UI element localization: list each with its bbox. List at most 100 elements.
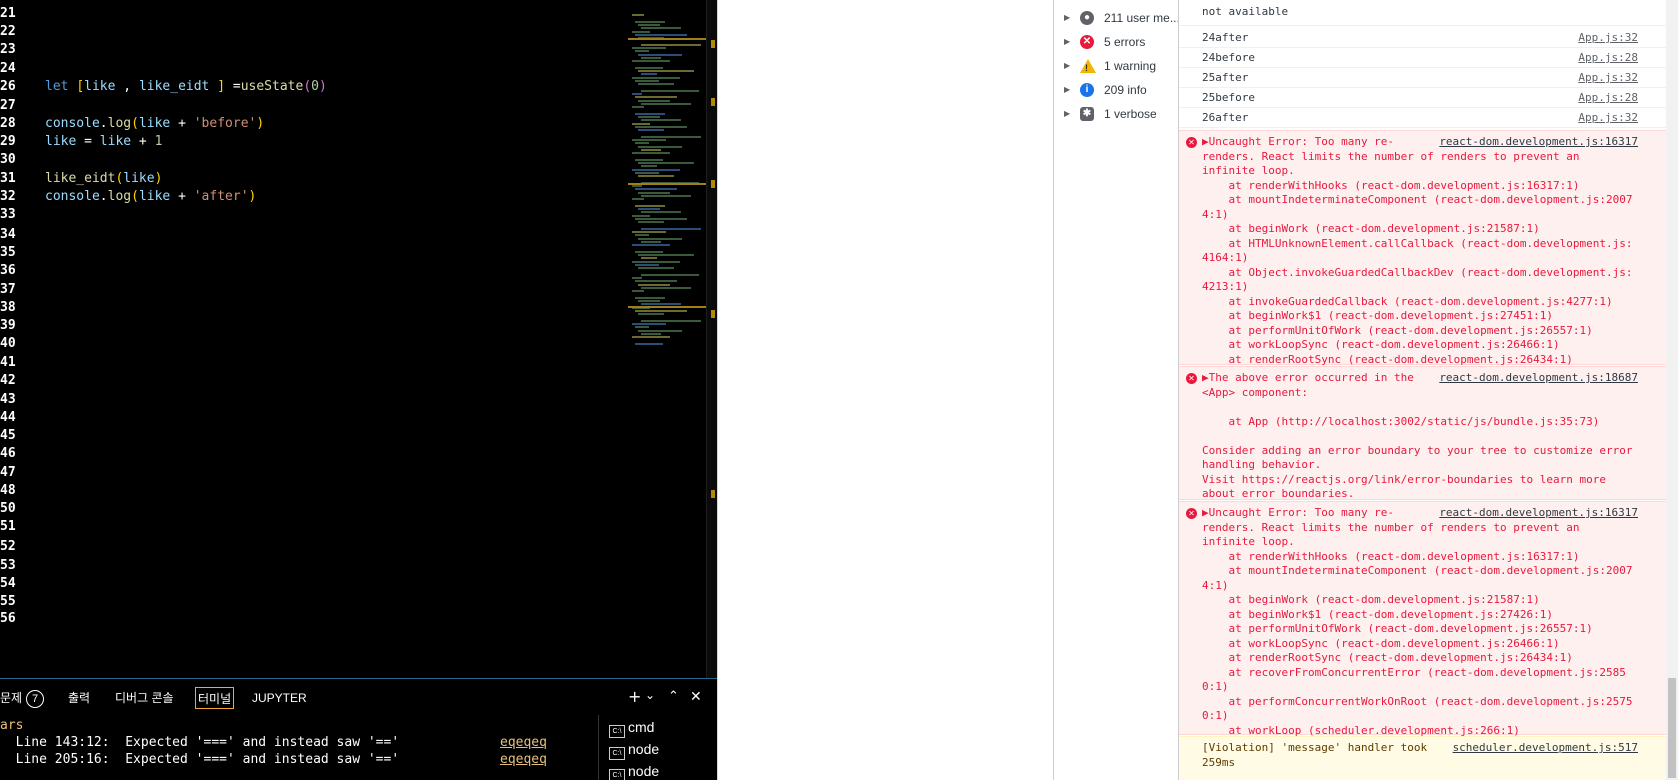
code-line[interactable]: 27 (0, 96, 628, 115)
tab-debug-console-label: 디버그 콘솔 (115, 691, 174, 705)
code-line[interactable]: 51 (0, 517, 628, 536)
code-line[interactable]: 24 (0, 59, 628, 78)
error-text-line: at HTMLUnknownElement.callCallback (reac… (1202, 236, 1633, 250)
console-log-row: 24after App.js:32 (1179, 28, 1666, 48)
code-line[interactable]: 39 (0, 316, 628, 335)
chevron-down-icon[interactable]: ⌄ (645, 685, 655, 705)
code-text: console.log(like + 'before') (45, 114, 264, 133)
sidebar-item-error[interactable]: ▶ ✕ 5 errors (1054, 30, 1178, 54)
error-text-line: at beginWork$1 (react-dom.development.js… (1202, 607, 1553, 621)
code-line[interactable]: 31 like_eidt(like) (0, 169, 628, 188)
minimap-line (641, 274, 699, 276)
code-line[interactable]: 23 (0, 40, 628, 59)
minimap-line (638, 208, 660, 211)
console-violation[interactable]: [Violation] 'message' handler took 259ms s… (1179, 736, 1666, 780)
code-line[interactable]: 29 like = like + 1 (0, 132, 628, 151)
console-error[interactable]: ✕ ▶Uncaught Error: Too many re-renders. R… (1179, 130, 1666, 366)
code-line[interactable]: 26 let [like , like_eidt ] =useState(0) (0, 77, 628, 96)
error-text-line: infinite loop. (1202, 164, 1295, 177)
tab-terminal[interactable]: 터미널 (195, 687, 235, 709)
code-line[interactable]: 56 (0, 609, 628, 628)
code-line[interactable]: 45 (0, 426, 628, 445)
code-line[interactable]: 28 console.log(like + 'before') (0, 114, 628, 133)
minimap-line (641, 27, 681, 30)
code-line[interactable]: 32 console.log(like + 'after') (0, 187, 628, 206)
expand-arrow-icon: ▶ (1064, 85, 1071, 94)
sidebar-item-user[interactable]: ▶ ● 211 user me... (1054, 6, 1178, 30)
code-line[interactable]: 42 (0, 371, 628, 390)
new-terminal-button[interactable]: + (628, 687, 641, 707)
line-number: 34 (0, 227, 16, 242)
code-line[interactable]: 34 (0, 225, 628, 244)
user-icon: ● (1080, 11, 1094, 25)
error-text-line: infinite loop. (1202, 535, 1295, 548)
code-area[interactable]: 21 22 23 24 26 let [like , like_eidt ] =useSt… (0, 0, 628, 678)
expand-arrow-icon: ▶ (1064, 13, 1071, 22)
error-icon: ✕ (1186, 137, 1197, 148)
code-line[interactable]: 54 (0, 574, 628, 593)
code-line[interactable]: 43 (0, 390, 628, 409)
source-link[interactable]: App.js:32 (1578, 68, 1638, 88)
sidebar-item-label: 1 warning (1104, 59, 1157, 73)
console-error[interactable]: ✕ ▶The above error occurred in the <App> c… (1179, 366, 1666, 500)
error-text-line: at renderWithHooks (react-dom.developmen… (1202, 178, 1580, 192)
code-line[interactable]: 41 (0, 353, 628, 372)
code-line[interactable]: 52 (0, 537, 628, 556)
code-line[interactable]: 21 (0, 4, 628, 23)
minimap-line (632, 93, 642, 96)
sidebar-item-label: 211 user me... (1104, 11, 1178, 25)
error-text-line: at renderRootSync (react-dom.development… (1202, 352, 1573, 366)
code-line[interactable]: 50 (0, 499, 628, 518)
source-link[interactable]: react-dom.development.js:18687 (1439, 371, 1638, 386)
error-text-line: 259ms (1202, 755, 1236, 769)
minimap-line (641, 148, 661, 151)
tab-output[interactable]: 출력 (68, 687, 90, 709)
minimap[interactable] (628, 0, 706, 678)
console-scroll-thumb[interactable] (1668, 678, 1676, 778)
tab-jupyter[interactable]: JUPYTER (252, 687, 307, 709)
source-link[interactable]: App.js:28 (1578, 88, 1638, 108)
terminal-list-item[interactable]: C:\ node (609, 761, 659, 780)
minimap-line (638, 254, 694, 257)
terminal-list-item[interactable]: C:\ cmd (609, 717, 654, 738)
tab-debug-console[interactable]: 디버그 콘솔 (115, 687, 174, 709)
eslint-rule-link[interactable]: eqeqeq (500, 751, 547, 768)
code-line[interactable]: 30 (0, 150, 628, 169)
code-line[interactable]: 46 (0, 444, 628, 463)
tab-jupyter-label: JUPYTER (252, 691, 307, 705)
console-scrollbar[interactable] (1666, 0, 1678, 780)
editor-scrollbar[interactable] (706, 0, 717, 678)
sidebar-item-info[interactable]: ▶ i 209 info (1054, 78, 1178, 102)
close-panel-button[interactable]: ✕ (690, 687, 702, 707)
code-line[interactable]: 22 (0, 22, 628, 41)
code-line[interactable]: 40 (0, 334, 628, 353)
minimap-line (638, 221, 664, 223)
sidebar-item-warning[interactable]: ▶! 1 warning (1054, 54, 1178, 78)
source-link[interactable]: App.js:32 (1578, 108, 1638, 128)
eslint-rule-link[interactable]: eqeqeq (500, 734, 547, 751)
sidebar-item-bug[interactable]: ▶ ✱ 1 verbose (1054, 102, 1178, 126)
code-line[interactable]: 47 (0, 463, 628, 482)
code-line[interactable]: 48 (0, 481, 628, 500)
source-link[interactable]: scheduler.development.js:517 (1453, 741, 1638, 756)
source-link[interactable]: react-dom.development.js:16317 (1439, 506, 1638, 521)
code-line[interactable]: 37 (0, 280, 628, 299)
code-line[interactable]: 35 (0, 243, 628, 262)
source-link[interactable]: App.js:32 (1578, 28, 1638, 48)
code-token: like_eidt (138, 79, 210, 94)
maximize-panel-button[interactable]: ⌃ (668, 687, 679, 707)
source-link[interactable]: react-dom.development.js:16317 (1439, 135, 1638, 150)
code-line[interactable]: 33 (0, 205, 628, 224)
code-line[interactable]: 36 (0, 261, 628, 280)
browser-page (717, 0, 1053, 780)
tab-problems[interactable]: 문제 7 (0, 687, 45, 709)
minimap-line (635, 33, 687, 36)
terminal-output[interactable]: ars Line 143:12: Expected '===' and inst… (0, 715, 598, 780)
console-error[interactable]: ✕ ▶Uncaught Error: Too many re-renders. R… (1179, 501, 1666, 737)
code-line[interactable]: 38 (0, 298, 628, 317)
terminal-list-item[interactable]: C:\ node (609, 739, 659, 760)
code-line[interactable]: 53 (0, 556, 628, 575)
code-line[interactable]: 44 (0, 408, 628, 427)
source-link[interactable]: App.js:28 (1578, 48, 1638, 68)
terminal-icon: C:\ (609, 747, 625, 760)
